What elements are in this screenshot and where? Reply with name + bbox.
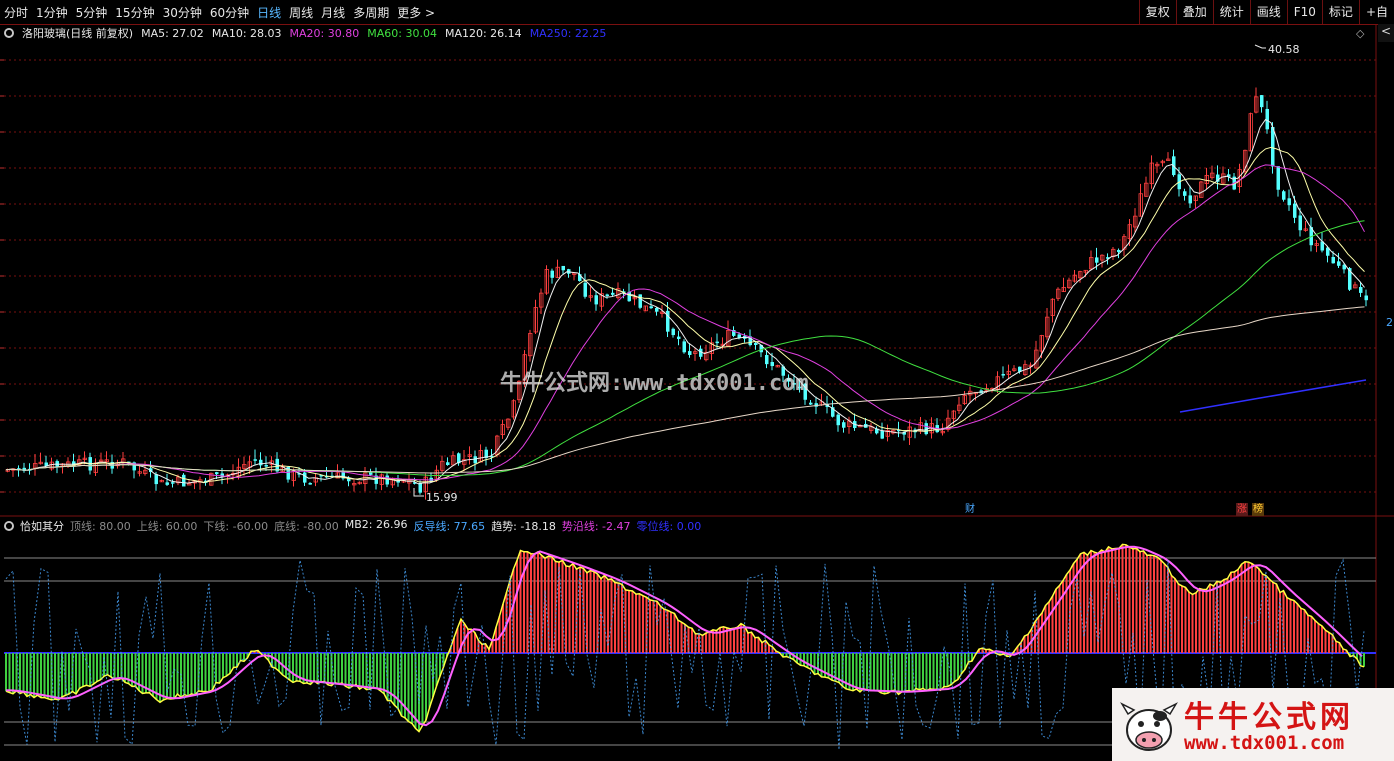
candle-body-down bbox=[1359, 287, 1363, 293]
candle-body-down bbox=[561, 265, 565, 271]
ma250-line bbox=[1179, 379, 1367, 413]
logo-url: www.tdx001.com bbox=[1184, 732, 1345, 754]
candle-body-down bbox=[1183, 191, 1187, 196]
candle-body-down bbox=[385, 475, 389, 485]
candle-body-down bbox=[165, 482, 169, 485]
candle-body-down bbox=[836, 414, 840, 426]
candle-body-down bbox=[715, 341, 719, 344]
indicator-legend-3: 底线: -80.00 bbox=[274, 520, 339, 533]
candle-body-down bbox=[765, 354, 769, 365]
candle-body-down bbox=[1188, 195, 1192, 204]
cow-mascot-icon bbox=[1120, 702, 1178, 751]
indicator-legend-5: 反导线: 77.65 bbox=[413, 520, 486, 533]
candle-body-down bbox=[1282, 191, 1286, 200]
candle-body-down bbox=[754, 343, 758, 345]
candle-body-down bbox=[308, 483, 312, 485]
indicator-legend-7: 势沿线: -2.47 bbox=[561, 520, 631, 533]
candle-body-down bbox=[264, 465, 268, 467]
candle-body-down bbox=[1337, 261, 1341, 266]
watermark-text: 牛牛公式网:www.tdx001.com bbox=[500, 371, 809, 396]
candle-body-down bbox=[638, 294, 642, 308]
candle-body-down bbox=[880, 430, 884, 439]
indicator-settings-icon[interactable]: ● bbox=[4, 521, 14, 531]
indicator-legend-8: 零位线: 0.00 bbox=[636, 520, 702, 533]
candle-body-down bbox=[1287, 198, 1291, 206]
indicator-legend-2: 下线: -60.00 bbox=[203, 520, 269, 533]
indicator-title: 恰如其分 bbox=[20, 520, 64, 533]
ma10-line bbox=[5, 146, 1365, 483]
candle-body-down bbox=[1265, 108, 1269, 130]
candle-body-down bbox=[649, 306, 653, 309]
candle-body-down bbox=[583, 282, 587, 297]
site-logo: 牛牛公式网 www.tdx001.com bbox=[1112, 688, 1394, 761]
logo-title: 牛牛公式网 bbox=[1184, 700, 1354, 735]
candle-body-down bbox=[1293, 203, 1297, 218]
ma5-line bbox=[5, 118, 1365, 485]
candle-body-down bbox=[1117, 249, 1121, 253]
candle-body-down bbox=[446, 462, 450, 466]
candle-body-down bbox=[809, 402, 813, 405]
candle-body-down bbox=[605, 294, 609, 296]
candle-body-down bbox=[671, 328, 675, 336]
candle-body-down bbox=[1260, 95, 1264, 108]
candle-body-down bbox=[215, 472, 219, 475]
indicator-legend-0: 顶线: 80.00 bbox=[70, 520, 131, 533]
candle-body-down bbox=[682, 341, 686, 353]
candle-body-down bbox=[1271, 126, 1275, 167]
axis-mark: 2 bbox=[1386, 316, 1393, 329]
candle-body-down bbox=[842, 422, 846, 428]
indicator-legend-6: 趋势: -18.18 bbox=[491, 520, 556, 533]
candle-body-down bbox=[171, 482, 175, 484]
indicator-legend-4: MB2: 26.96 bbox=[344, 518, 408, 531]
candle-body-down bbox=[303, 472, 307, 483]
indicator-legend: ● 恰如其分 顶线: 80.00 上线: 60.00 下线: -60.00 底线: -… bbox=[4, 518, 707, 534]
low-price-label: 15.99 bbox=[426, 491, 458, 504]
candle-body-down bbox=[677, 336, 681, 340]
candle-body-down bbox=[473, 456, 477, 464]
candle-body-down bbox=[253, 459, 257, 461]
candle-body-down bbox=[594, 295, 598, 305]
finance-badge[interactable]: 财 bbox=[964, 503, 976, 516]
limit-up-badge[interactable]: 涨 bbox=[1236, 503, 1248, 516]
candle-body-down bbox=[1276, 166, 1280, 190]
candle-body-down bbox=[1298, 215, 1302, 231]
candle-body-down bbox=[688, 351, 692, 355]
candle-body-down bbox=[1331, 256, 1335, 264]
high-price-label: 40.58 bbox=[1268, 43, 1300, 56]
candle-body-down bbox=[1095, 257, 1099, 263]
candle-body-down bbox=[611, 292, 615, 295]
candle-body-down bbox=[154, 474, 158, 485]
candle-body-down bbox=[550, 270, 554, 278]
candle-body-down bbox=[1001, 374, 1005, 376]
candle-body-down bbox=[418, 482, 422, 493]
candle-body-down bbox=[655, 307, 659, 312]
candle-body-down bbox=[259, 459, 263, 466]
candle-body-down bbox=[1364, 295, 1368, 301]
indicator-legend-1: 上线: 60.00 bbox=[136, 520, 198, 533]
candle-body-down bbox=[182, 474, 186, 487]
high-marker bbox=[1254, 44, 1266, 49]
rank-badge[interactable]: 榜 bbox=[1252, 503, 1264, 516]
